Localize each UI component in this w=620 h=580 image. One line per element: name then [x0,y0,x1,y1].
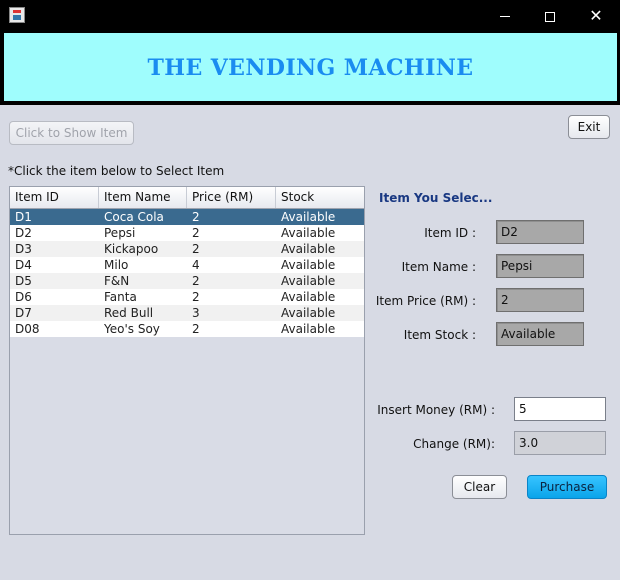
item-name-field: Pepsi [496,254,584,278]
cell-price: 2 [192,290,200,304]
cell-stock: Available [281,290,336,304]
item-price-label: Item Price (RM) : [375,294,476,308]
item-stock-label: Item Stock : [403,328,476,342]
cell-stock: Available [281,306,336,320]
table-row[interactable]: D7 Red Bull 3 Available [10,305,364,321]
item-table[interactable]: Item ID Item Name Price (RM) Stock D1 Co… [9,186,365,535]
table-row[interactable]: D6 Fanta 2 Available [10,289,364,305]
cell-stock: Available [281,274,336,288]
cell-stock: Available [281,226,336,240]
cell-item-id: D6 [15,290,32,304]
cell-item-name: Kickapoo [104,242,159,256]
item-price-field: 2 [496,288,584,312]
page-title: THE VENDING MACHINE [147,55,474,81]
table-row[interactable]: D1 Coca Cola 2 Available [10,209,364,225]
item-name-label: Item Name : [401,260,476,274]
item-id-field: D2 [496,220,584,244]
vending-machine-window: ✕ THE VENDING MACHINE Click to Show Item… [0,0,620,580]
cell-item-name: Fanta [104,290,137,304]
cell-item-id: D5 [15,274,32,288]
table-row[interactable]: D2 Pepsi 2 Available [10,225,364,241]
table-row[interactable]: D5 F&N 2 Available [10,273,364,289]
insert-money-label: Insert Money (RM) : [377,403,495,417]
maximize-icon [545,11,555,22]
close-window-button[interactable]: ✕ [573,0,619,31]
show-item-button[interactable]: Click to Show Item [9,121,134,145]
cell-price: 4 [192,258,200,272]
cell-price: 2 [192,242,200,256]
cell-stock: Available [281,210,336,224]
change-label: Change (RM): [413,437,495,451]
table-row[interactable]: D3 Kickapoo 2 Available [10,241,364,257]
table-row[interactable]: D08 Yeo's Soy 2 Available [10,321,364,337]
cell-item-id: D7 [15,306,32,320]
insert-money-input[interactable]: 5 [514,397,606,421]
cell-item-name: F&N [104,274,130,288]
cell-price: 2 [192,322,200,336]
table-row[interactable]: D4 Milo 4 Available [10,257,364,273]
cell-item-id: D4 [15,258,32,272]
cell-stock: Available [281,258,336,272]
cell-item-name: Coca Cola [104,210,164,224]
cell-item-id: D2 [15,226,32,240]
header-banner: THE VENDING MACHINE [4,33,617,103]
title-bar: ✕ [0,0,620,31]
cell-stock: Available [281,322,336,336]
instruction-text: *Click the item below to Select Item [8,164,225,178]
cell-price: 2 [192,226,200,240]
column-header-stock[interactable]: Stock [276,187,364,208]
cell-item-id: D3 [15,242,32,256]
column-header-item-id[interactable]: Item ID [10,187,99,208]
cell-item-name: Milo [104,258,129,272]
close-icon: ✕ [589,6,603,25]
table-header: Item ID Item Name Price (RM) Stock [10,187,364,209]
change-field: 3.0 [514,431,606,455]
cell-stock: Available [281,242,336,256]
main-panel: Click to Show Item Exit *Click the item … [0,105,620,580]
maximize-button[interactable] [527,0,573,31]
cell-item-id: D1 [15,210,32,224]
cell-price: 2 [192,210,200,224]
selected-item-title: Item You Selec... [379,191,493,205]
java-app-icon [9,7,25,23]
column-header-item-name[interactable]: Item Name [99,187,187,208]
item-stock-field: Available [496,322,584,346]
cell-item-name: Red Bull [104,306,154,320]
column-header-price[interactable]: Price (RM) [187,187,276,208]
clear-button[interactable]: Clear [452,475,507,499]
item-id-label: Item ID : [424,226,476,240]
cell-price: 3 [192,306,200,320]
purchase-button[interactable]: Purchase [527,475,607,499]
cell-price: 2 [192,274,200,288]
minimize-icon [500,16,510,17]
cell-item-name: Pepsi [104,226,136,240]
cell-item-name: Yeo's Soy [104,322,160,336]
minimize-button[interactable] [482,0,528,31]
exit-button[interactable]: Exit [568,115,610,139]
cell-item-id: D08 [15,322,40,336]
